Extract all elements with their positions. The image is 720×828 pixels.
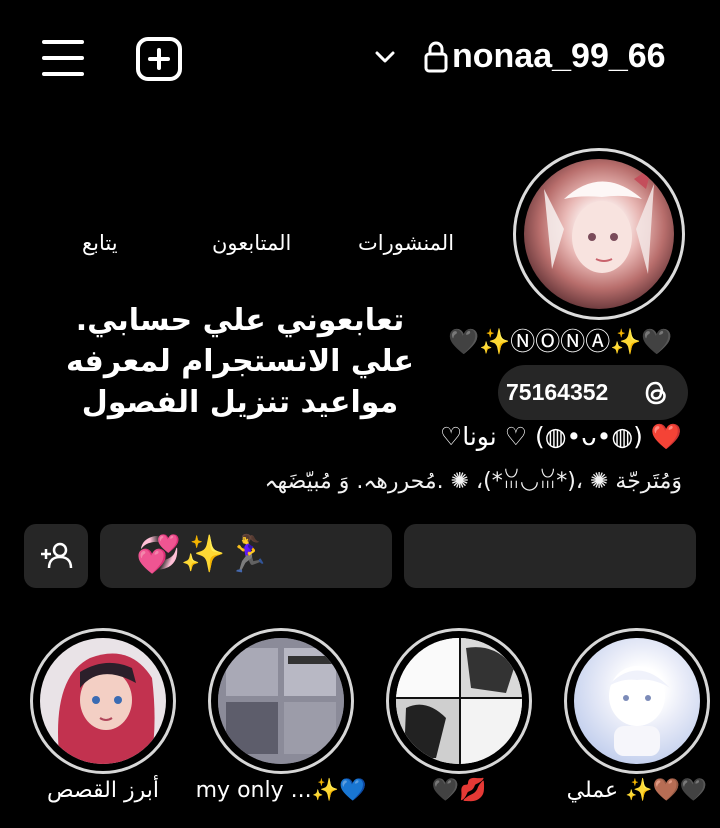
threads-icon bbox=[645, 381, 666, 405]
menu-icon[interactable] bbox=[40, 38, 86, 78]
username[interactable]: nonaa_99_66 bbox=[452, 32, 666, 80]
highlight-3-cover bbox=[218, 638, 344, 764]
create-post-icon[interactable] bbox=[136, 37, 182, 81]
emoji-button-label: 💞✨🏃‍♀️ bbox=[136, 534, 271, 575]
highlight-1-label[interactable]: عملي ✨🤎🖤 bbox=[560, 776, 714, 806]
bio-line-2: مُحررهہ. وَ مُبيّضَهہ. ✺ ،(*ꈍ◡ꈍ*)، ✺ وَم… bbox=[264, 469, 682, 494]
avatar-image bbox=[524, 159, 674, 309]
chevron-down-icon[interactable] bbox=[374, 48, 396, 66]
add-person-icon bbox=[41, 542, 73, 569]
highlight-3[interactable] bbox=[208, 628, 354, 774]
following-count-label[interactable]: يتابع bbox=[82, 231, 118, 255]
highlight-3-label[interactable]: my only ...✨💙 bbox=[186, 776, 376, 806]
display-name: 🖤✨ⓃⓄⓃⒶ✨🖤 bbox=[448, 327, 673, 356]
highlight-1-cover bbox=[574, 638, 700, 764]
highlight-4-cover bbox=[40, 638, 166, 764]
overlay-caption: تعابعوني علي حسابي. علي الانستجرام لمعرف… bbox=[65, 303, 414, 420]
emoji-action-button[interactable]: 💞✨🏃‍♀️ bbox=[100, 524, 392, 588]
highlight-1[interactable] bbox=[564, 628, 710, 774]
profile-avatar[interactable] bbox=[513, 148, 685, 320]
highlight-2-label[interactable]: 🖤💋 bbox=[382, 776, 536, 806]
posts-count-label[interactable]: المنشورات bbox=[358, 231, 454, 255]
blank-action-button[interactable] bbox=[404, 524, 696, 588]
followers-count-label[interactable]: المتابعون bbox=[212, 231, 291, 255]
highlight-4[interactable] bbox=[30, 628, 176, 774]
threads-badge[interactable]: 75164352 bbox=[498, 365, 688, 420]
highlight-4-label[interactable]: أبرز القصص bbox=[26, 776, 180, 806]
highlight-2-cover bbox=[396, 638, 522, 764]
discover-people-button[interactable] bbox=[24, 524, 88, 588]
lock-icon bbox=[424, 41, 448, 73]
threads-follower-count: 75164352 bbox=[506, 379, 609, 405]
highlight-2[interactable] bbox=[386, 628, 532, 774]
bio-line-1: ♡نونا ♡ (◍•ᴗ•◍) ❤️ bbox=[439, 422, 682, 451]
